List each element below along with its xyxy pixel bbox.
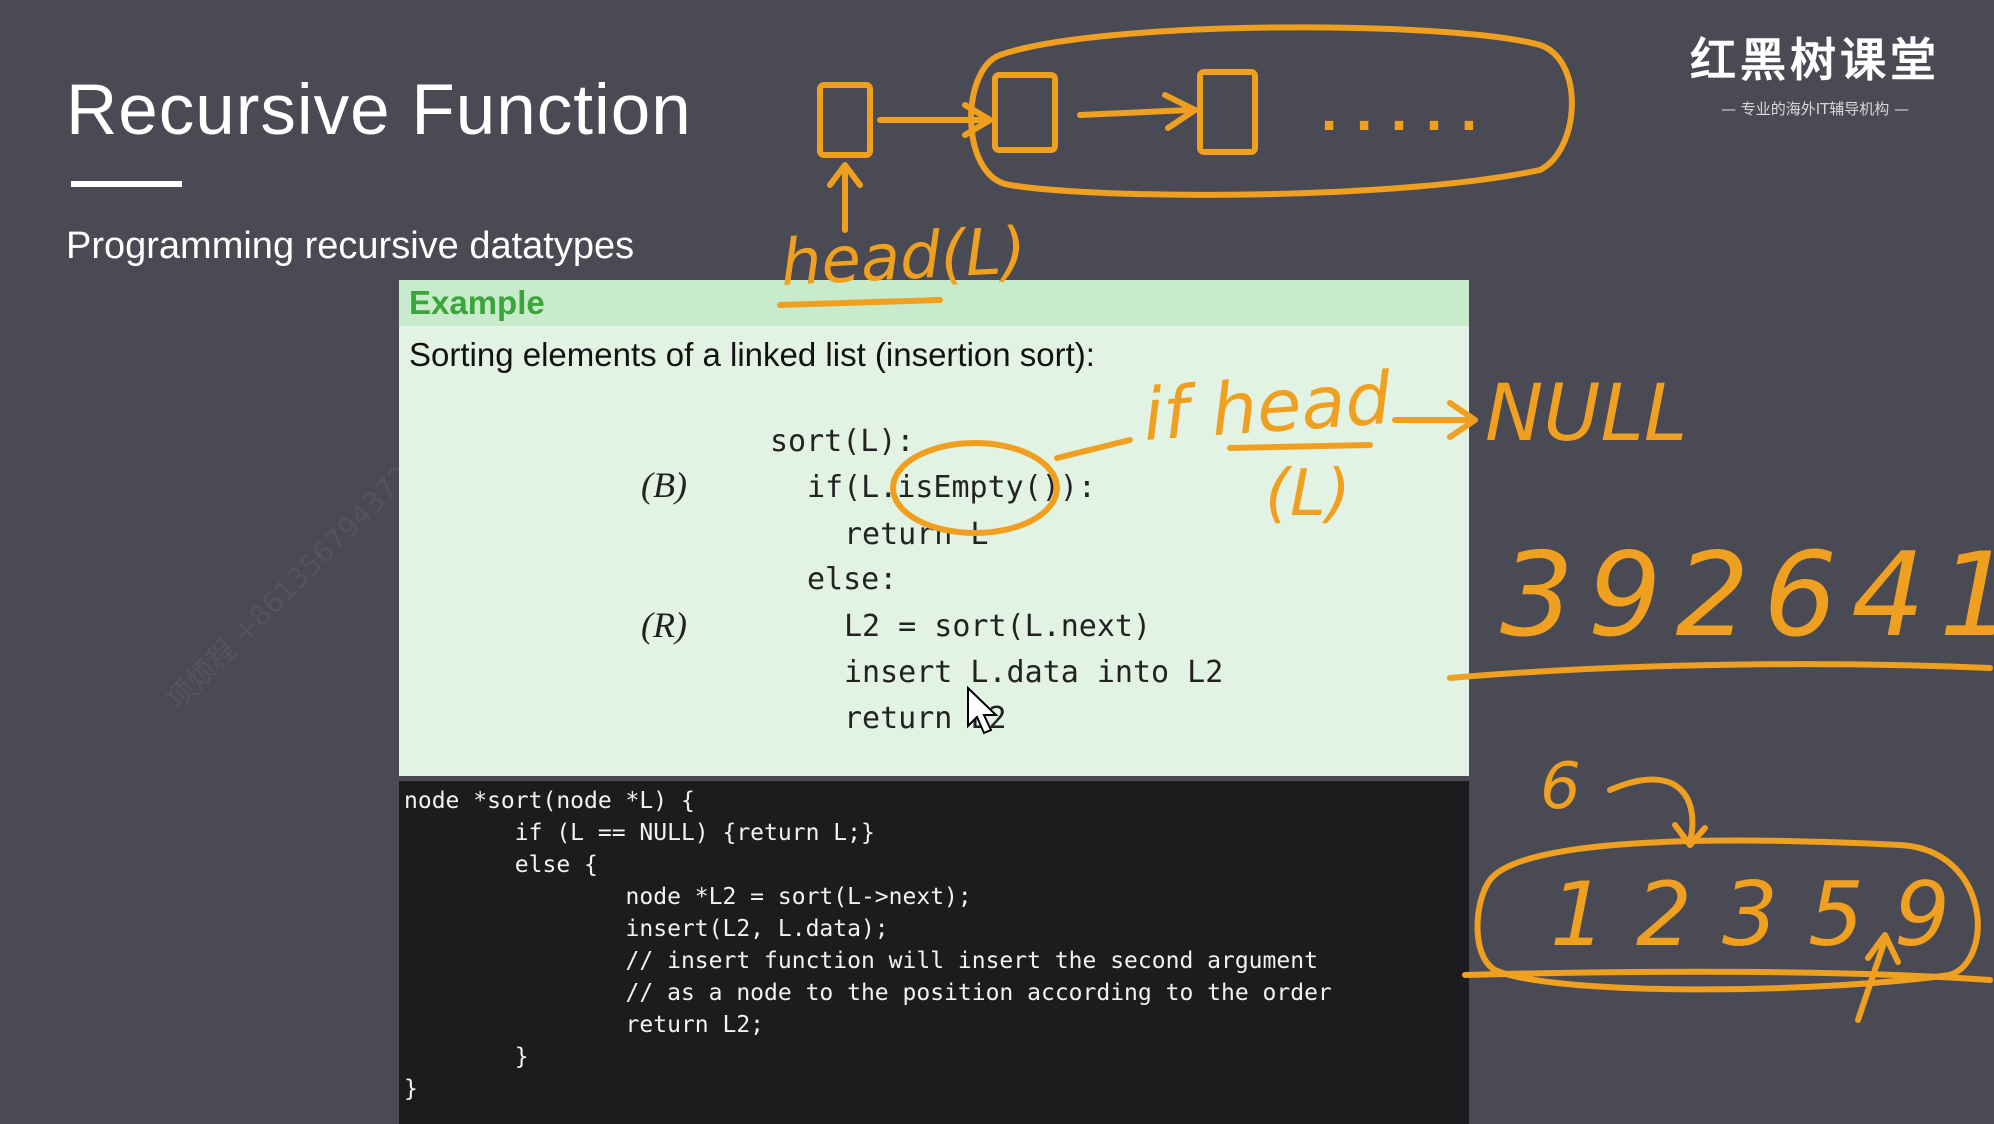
- annotation-number-sequence: 392641: [1500, 528, 1994, 663]
- null-arrow: [1392, 400, 1478, 440]
- list-node-2: [992, 72, 1058, 153]
- head-underline: [777, 297, 943, 308]
- annotation-sorted-sequence: 12359: [1550, 863, 1980, 966]
- list-loop: [968, 24, 1575, 198]
- numbers-underline: [1447, 661, 1993, 681]
- annotation-l-paren: (L): [1265, 457, 1351, 531]
- oval-connector: [1054, 437, 1133, 461]
- list-node-head: [817, 82, 873, 158]
- handwriting-layer: head(L) . . . . . if head (L) NULL 39264…: [777, 24, 1994, 1023]
- annotation-head-l: head(L): [779, 214, 1028, 301]
- insert-arrow: [1607, 776, 1708, 848]
- mouse-cursor-icon: [967, 686, 999, 735]
- arrow-2: [1077, 92, 1198, 131]
- annotation-null: NULL: [1485, 369, 1687, 459]
- annotation-if-head: if head: [1140, 356, 1395, 457]
- annotation-dots: . . . . .: [1320, 86, 1478, 142]
- list-node-3: [1197, 69, 1258, 155]
- isempty-oval: [890, 440, 1060, 536]
- annotation-six: 6: [1540, 750, 1581, 824]
- head-arrow: [827, 162, 863, 233]
